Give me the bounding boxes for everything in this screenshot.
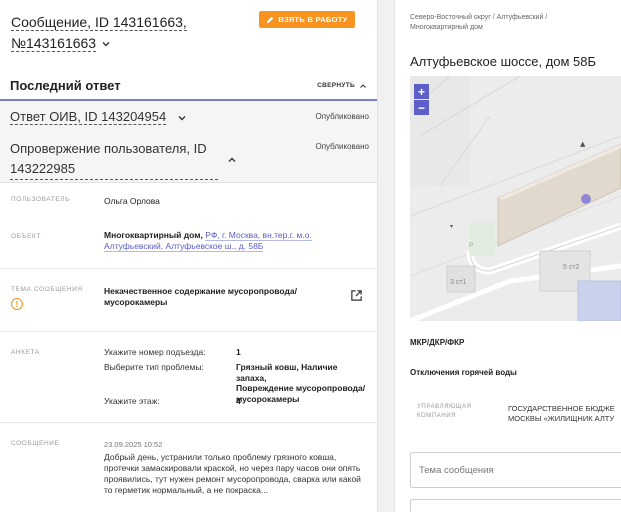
survey-question: Укажите этаж: — [104, 396, 160, 406]
object-type: Многоквартирный дом, — [104, 230, 203, 240]
breadcrumb: Северо-Восточный округ / Алтуфьевский / … — [410, 13, 610, 33]
message-line: то герметик нормальный, а не покраска... — [104, 485, 268, 495]
message-line: Добрый день, устранили только проблему г… — [104, 452, 337, 462]
message-text: Добрый день, устранили только проблему г… — [104, 452, 366, 496]
pencil-icon — [267, 16, 274, 23]
object-value: Многоквартирный дом, РФ, г. Москва, вн.т… — [104, 230, 366, 252]
svg-text:▾: ▾ — [450, 223, 453, 230]
take-to-work-button[interactable]: ВЗЯТЬ В РАБОТУ — [259, 11, 355, 28]
field-label: ПОЛЬЗОВАТЕЛЬ — [11, 196, 71, 203]
message-title[interactable]: Сообщение, ID 143161663, №143161663 — [11, 12, 251, 54]
message-panel: Сообщение, ID 143161663, №143161663 ВЗЯТ… — [0, 0, 377, 512]
last-response-header: Последний ответ СВЕРНУТЬ — [0, 72, 377, 101]
subject-input[interactable]: Тема сообщения — [410, 452, 621, 488]
response-title: Ответ ОИВ, ID 143204954 — [10, 109, 167, 125]
response-status: Опубликовано — [315, 142, 369, 151]
chevron-down-icon — [102, 42, 110, 47]
field-survey: АНКЕТА Укажите номер подъезда: 1 Выберит… — [0, 332, 377, 423]
org-label-line1: УПРАВЛЯЮЩАЯ — [417, 404, 472, 410]
survey-answer: 4 — [236, 396, 241, 406]
object-address: Алтуфьевское шоссе, дом 58Б — [410, 54, 597, 69]
response-title-line2: 143222985 — [10, 159, 218, 180]
org-value: ГОСУДАРСТВЕННОЕ БЮДЖЕ МОСКВЫ «ЖИЛИЩНИК А… — [508, 404, 621, 424]
field-object: ОБЪЕКТ Многоквартирный дом, РФ, г. Москв… — [0, 213, 377, 269]
map-label: 5 ст2 — [563, 264, 580, 271]
field-label: ОБЪЕКТ — [11, 233, 41, 240]
subcategory: Отключения горячей воды — [410, 368, 517, 377]
survey-question: Укажите номер подъезда: — [104, 347, 206, 357]
chevron-up-icon — [360, 83, 366, 88]
user-name: Ольга Орлова — [104, 196, 160, 206]
category: МКР/ДКР/ФКР — [410, 338, 465, 347]
org-label-line2: КОМПАНИЯ — [417, 413, 457, 419]
object-address-link-line2[interactable]: Алтуфьевский, Алтуфьевское ш., д. 58Б — [104, 241, 264, 252]
org-line2: МОСКВЫ «ЖИЛИЩНИК АЛТУ — [508, 414, 615, 423]
collapse-label: СВЕРНУТЬ — [317, 82, 355, 89]
message-number: №143161663 — [11, 35, 97, 52]
field-label: АНКЕТА — [11, 349, 40, 356]
map-zoom-controls: + − — [414, 84, 429, 115]
message-line: проявились, тут нужен ремонт мусоропрово… — [104, 474, 361, 484]
map-label: 3 ст1 — [450, 279, 467, 286]
response-title-line1: Опровержение пользователя, ID — [10, 141, 207, 156]
message-title-text: Сообщение, ID 143161663, — [11, 14, 187, 31]
take-to-work-label: ВЗЯТЬ В РАБОТУ — [278, 15, 348, 24]
field-topic: ТЕМА СООБЩЕНИЯ ! Некачественное содержан… — [0, 269, 377, 332]
field-user: ПОЛЬЗОВАТЕЛЬ Ольга Орлова — [0, 183, 377, 213]
field-label: ТЕМА СООБЩЕНИЯ — [11, 286, 83, 293]
breadcrumb-line2[interactable]: Многоквартирный дом — [410, 23, 610, 33]
message-date: 23.09.2025 10:52 — [104, 440, 163, 449]
topic-value: Некачественное содержание мусоропровода/… — [104, 286, 344, 308]
map-canvas: ▲ ▾ — [410, 76, 621, 321]
response-status: Опубликовано — [315, 112, 369, 121]
panel-divider[interactable] — [377, 0, 395, 512]
response-item-oiv[interactable]: Ответ ОИВ, ID 143204954 — [10, 107, 188, 127]
zoom-out-button[interactable]: − — [414, 100, 429, 115]
subject-placeholder: Тема сообщения — [419, 464, 494, 476]
survey-question: Выберите тип проблемы: — [104, 362, 204, 372]
message-line: протечки замаскировали краской, но через… — [104, 463, 361, 473]
message-input[interactable] — [410, 499, 621, 512]
survey-answer-line1: Грязный ковш, Наличие запаха, — [236, 362, 338, 383]
zoom-in-button[interactable]: + — [414, 84, 429, 99]
collapse-button[interactable]: СВЕРНУТЬ — [317, 82, 367, 90]
responses-list: Ответ ОИВ, ID 143204954 Опубликовано Опр… — [0, 101, 377, 183]
object-panel: Северо-Восточный округ / Алтуфьевский / … — [395, 0, 621, 512]
field-message: СООБЩЕНИЕ 23.09.2025 10:52 Добрый день, … — [0, 423, 377, 512]
last-response-label: Последний ответ — [10, 78, 121, 93]
survey-answer: 1 — [236, 347, 241, 357]
survey-answer-line2: Повреждение мусоропровода/ — [236, 383, 366, 393]
svg-text:▲: ▲ — [580, 140, 586, 148]
topic-line1: Некачественное содержание мусоропровода/ — [104, 286, 297, 296]
map-label: P — [469, 243, 474, 249]
chevron-down-icon — [178, 115, 186, 121]
response-item-refutation[interactable]: Опровержение пользователя, ID 143222985 — [10, 139, 225, 180]
field-label: СООБЩЕНИЕ — [11, 440, 60, 447]
topic-line2: мусорокамеры — [104, 297, 168, 307]
chevron-up-icon — [228, 157, 236, 162]
object-address-link[interactable]: РФ, г. Москва, вн.тер.г. м.о. — [205, 230, 312, 241]
external-link-icon[interactable] — [350, 289, 363, 302]
org-label: УПРАВЛЯЮЩАЯ КОМПАНИЯ — [417, 403, 487, 421]
breadcrumb-line1[interactable]: Северо-Восточный округ / Алтуфьевский / — [410, 13, 610, 23]
org-line1: ГОСУДАРСТВЕННОЕ БЮДЖЕ — [508, 404, 615, 413]
map[interactable]: ▲ ▾ 3 ст1 5 ст2 P + − — [410, 76, 621, 321]
warning-icon: ! — [11, 298, 23, 310]
